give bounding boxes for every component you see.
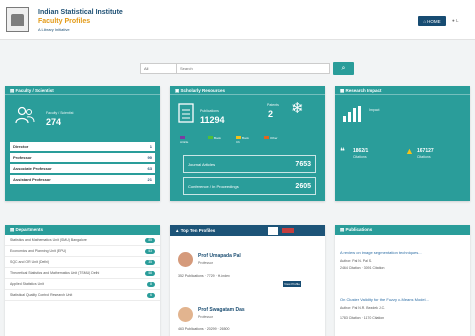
profile-stats: 352 Publications · 7729 · H-index xyxy=(178,274,230,278)
impact-value-2: 167127 xyxy=(417,148,434,154)
department-item[interactable]: SQC and OR Unit (Delhi) 35 xyxy=(5,257,160,268)
pdf-icon[interactable] xyxy=(268,227,278,235)
journal-articles-row[interactable]: Journal Articles 7653 xyxy=(183,155,316,173)
legend-bookch: Book Ch xyxy=(236,136,249,144)
stat-row-associate[interactable]: Associate Professor 63 xyxy=(10,164,155,173)
stat-row-assistant[interactable]: Assistant Professor 21 xyxy=(10,175,155,184)
department-item[interactable]: Theoretical Statistics and Mathematics U… xyxy=(5,268,160,279)
header-menu-link[interactable]: ● L xyxy=(452,16,458,26)
resources-card-title: ▣ Scholarly Resources xyxy=(170,86,325,95)
search-scope-select[interactable]: All xyxy=(140,63,176,74)
impact-label-2: Citations xyxy=(417,155,431,159)
stat-row-director[interactable]: Director 1 xyxy=(10,142,155,151)
home-label: HOME xyxy=(427,18,441,24)
stat-row-professor[interactable]: Professor 90 xyxy=(10,153,155,162)
faculty-count: 274 xyxy=(46,117,62,127)
publication-author: Author: Pal N. Pal S. xyxy=(340,259,373,263)
faculty-card: ▤ Faculty / Scientist Faculty / Scientis… xyxy=(5,86,160,201)
top-header: Indian Statistical Institute Faculty Pro… xyxy=(0,0,475,40)
profile-role: Professor xyxy=(198,315,213,319)
view-profile-button[interactable]: View Profile xyxy=(283,281,301,287)
impact-label: Impact xyxy=(369,108,380,112)
document-icon xyxy=(178,103,194,123)
faculty-card-title: ▤ Faculty / Scientist xyxy=(5,86,160,95)
publication-author: Author: Pal N.R. Bezdek J.C. xyxy=(340,306,386,310)
publication-meta: 1783 Citation · 1170 Citation xyxy=(340,316,385,320)
site-subtitle: Faculty Profiles xyxy=(38,18,91,25)
legend-book: Book xyxy=(208,136,222,141)
impact-card: ▦ Research Impact Impact ❝ 1862/1 Citati… xyxy=(335,86,470,201)
profile-name[interactable]: Prof Umapada Pal xyxy=(198,253,241,259)
faculty-count-label: Faculty / Scientist xyxy=(46,111,74,115)
search-bar: All xyxy=(140,63,330,74)
departments-card: ▤ Departments Statistics and Mathematics… xyxy=(5,225,160,336)
patents-count: 2 xyxy=(268,109,274,119)
site-tagline: A Library Initiative xyxy=(38,27,70,32)
department-item[interactable]: Statistical Quality Control Research Uni… xyxy=(5,290,160,301)
conference-row[interactable]: Conference / In Proceedings 2605 xyxy=(183,177,316,195)
pubs-label: Publications xyxy=(200,109,219,113)
patents-label: Patents xyxy=(267,103,279,107)
users-icon xyxy=(15,106,35,124)
impact-card-title: ▦ Research Impact xyxy=(335,86,470,95)
home-icon: ⌂ xyxy=(423,18,427,24)
avatar[interactable] xyxy=(178,252,193,267)
publication-meta: 2464 Citation · 3091 Citation xyxy=(340,266,385,270)
site-title: Indian Statistical Institute xyxy=(38,9,123,16)
impact-label-1: Citations xyxy=(353,155,367,159)
impact-value-1: 1862/1 xyxy=(353,148,369,154)
h-index-icon: ▲ xyxy=(405,146,414,156)
pubs-count: 11294 xyxy=(200,115,225,125)
resources-card: ▣ Scholarly Resources Publications 11294… xyxy=(170,86,325,201)
search-button[interactable]: ⌕ xyxy=(333,62,354,75)
publications-card: ▤ Publications A review on image segment… xyxy=(335,225,470,336)
snowflake-icon: ❄ xyxy=(291,100,304,117)
publication-title[interactable]: A review on image segmentation technique… xyxy=(340,250,422,255)
legend-article: Article xyxy=(180,136,194,144)
quote-icon: ❝ xyxy=(340,146,345,156)
legend-other: Other xyxy=(264,136,278,141)
avatar[interactable] xyxy=(178,307,193,322)
top-profiles-card: ▲ Top Ten Profiles Prof Umapada Pal Prof… xyxy=(170,225,325,336)
profile-name[interactable]: Prof Swagatam Das xyxy=(198,307,245,313)
profile-stats: 463 Publications · 20299 · 26500 xyxy=(178,327,230,331)
ribbon-icon xyxy=(282,228,294,233)
profile-role: Professor xyxy=(198,261,213,265)
bar-chart-icon xyxy=(343,106,361,122)
publications-card-title: ▤ Publications xyxy=(335,225,470,235)
search-icon: ⌕ xyxy=(341,64,346,72)
top-profiles-title: ▲ Top Ten Profiles xyxy=(170,225,325,236)
departments-card-title: ▤ Departments xyxy=(5,225,160,235)
department-item[interactable]: Economics and Planning Unit (EPU) 53 xyxy=(5,246,160,257)
isi-logo xyxy=(6,7,29,32)
home-button[interactable]: ⌂ HOME xyxy=(418,16,446,26)
department-item[interactable]: Applied Statistics Unit 8 xyxy=(5,279,160,290)
publication-title[interactable]: On Cluster Validity for the Fuzzy c-Mean… xyxy=(340,297,429,302)
search-input[interactable] xyxy=(176,63,330,74)
department-item[interactable]: Statistics and Mathematics Unit (SMU) Ba… xyxy=(5,235,160,246)
